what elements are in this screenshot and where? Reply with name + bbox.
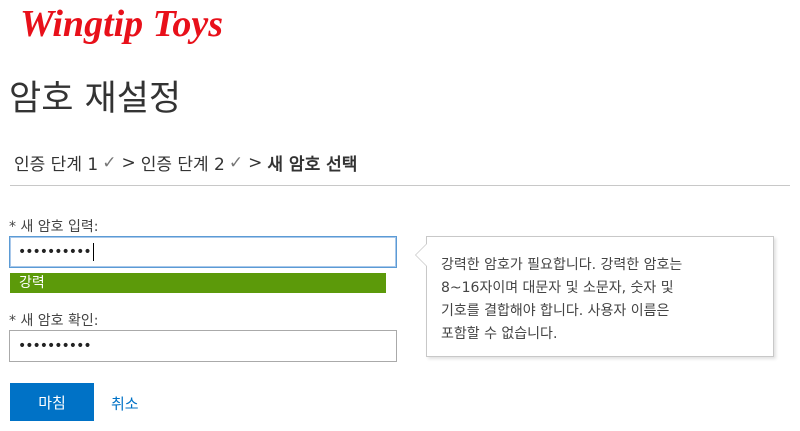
new-password-label: * 새 암호 입력:	[9, 219, 99, 235]
brand-logo: Wingtip Toys	[20, 3, 224, 45]
breadcrumb-current-step: 새 암호 선택	[267, 155, 358, 175]
text-caret	[92, 243, 94, 261]
confirm-password-input[interactable]: ••••••••••	[9, 330, 397, 362]
tooltip-arrow	[415, 243, 427, 267]
new-password-input[interactable]: ••••••••••	[9, 236, 397, 268]
confirm-password-label: * 새 암호 확인:	[9, 313, 99, 329]
new-password-value: ••••••••••	[18, 244, 92, 260]
tooltip-line: 포함할 수 없습니다.	[441, 326, 558, 342]
confirm-password-value: ••••••••••	[18, 338, 92, 354]
divider	[10, 185, 790, 186]
cancel-link[interactable]: 취소	[111, 393, 139, 414]
checkmark-icon: ✓	[228, 152, 244, 173]
breadcrumb-separator: >	[121, 152, 136, 173]
password-requirements-tooltip: 강력한 암호가 필요합니다. 강력한 암호는 8~16자이며 대문자 및 소문자…	[415, 236, 774, 357]
password-strength-indicator: 강력	[10, 273, 386, 293]
tooltip-line: 기호를 결합해야 합니다. 사용자 이름은	[441, 303, 670, 319]
tooltip-line: 8~16자이며 대문자 및 소문자, 숫자 및	[441, 280, 674, 296]
breadcrumb-separator: >	[248, 152, 263, 173]
tooltip-line: 강력한 암호가 필요합니다. 강력한 암호는	[441, 257, 683, 273]
page-title: 암호 재설정	[9, 79, 182, 119]
checkmark-icon: ✓	[102, 152, 117, 173]
finish-button[interactable]: 마침	[10, 383, 94, 421]
breadcrumb-step-1: 인증 단계 1	[14, 155, 99, 175]
breadcrumb-step-2: 인증 단계 2	[140, 155, 225, 175]
breadcrumb: 인증 단계 1 ✓ > 인증 단계 2 ✓ > 새 암호 선택	[14, 150, 358, 176]
